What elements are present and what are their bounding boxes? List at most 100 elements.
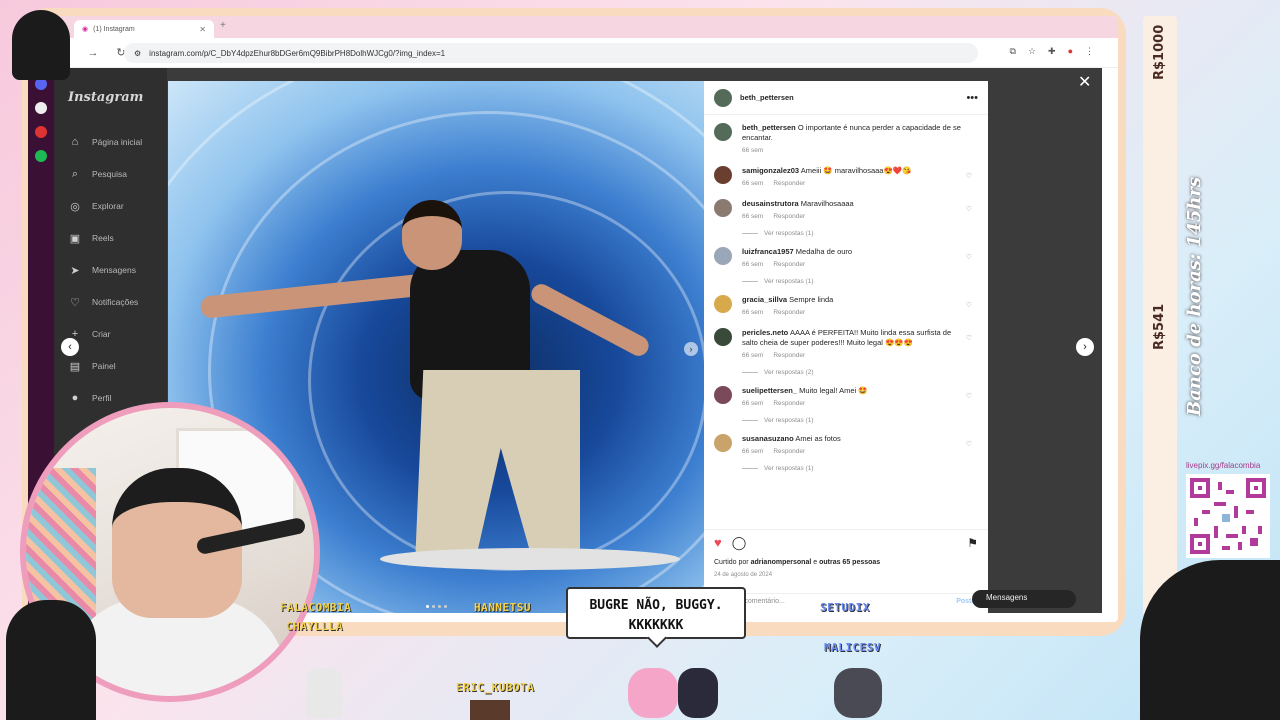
view-replies-button[interactable]: Ver respostas (1) (742, 465, 978, 472)
author-avatar[interactable] (714, 88, 732, 107)
spotify-app-icon[interactable] (35, 150, 47, 162)
profile-icon[interactable]: ● (1068, 46, 1073, 57)
install-app-icon[interactable]: ⧉ (1010, 46, 1016, 57)
reply-button[interactable]: Responder (773, 351, 805, 361)
comment-item: susanasuzano Amei as fotos 66 sem Responde… (714, 434, 978, 457)
liked-others-link[interactable]: outras 65 pessoas (819, 559, 880, 566)
comment-age: 66 sem (742, 352, 764, 359)
comment-item: luizfranca1957 Medalha de ouro 66 sem Resp… (714, 247, 978, 270)
carousel-dot (426, 605, 429, 608)
liked-by-user[interactable]: adrianompersonal (751, 559, 812, 566)
home-icon: ⌂ (71, 136, 79, 148)
commenter-username[interactable]: gracia_sillva (742, 295, 787, 304)
tab-bar: ◉ (1) Instagram ✕ + (28, 16, 1118, 38)
instagram-logo[interactable]: Instagram (68, 90, 153, 105)
tab-close-icon[interactable]: ✕ (199, 25, 206, 34)
sidebar-item-compass[interactable]: ◎ Explorar (68, 197, 153, 215)
commenter-username[interactable]: suelipettersen_ (742, 386, 797, 395)
address-bar[interactable]: ⚙ instagram.com/p/C_DbY4dpzEhur8bDGer6mQ… (124, 43, 978, 63)
comment-item: gracia_sillva Sempre linda 66 sem Responde… (714, 295, 978, 318)
sidebar-item-label: Página inicial (92, 137, 143, 147)
caption: beth_pettersen O importante é nunca perd… (714, 123, 978, 156)
stream-username: ERIC_KUBOTA (456, 681, 535, 694)
comment-text: Medalha de ouro (795, 247, 853, 256)
reply-button[interactable]: Responder (773, 399, 805, 409)
next-post-button[interactable]: › (1076, 338, 1094, 356)
commenter-username[interactable]: samigonzalez03 (742, 166, 799, 175)
commenter-username[interactable]: pericles.neto (742, 328, 788, 337)
next-image-button[interactable]: › (684, 342, 698, 356)
sidebar-item-heart[interactable]: ♡ Notificações (68, 293, 153, 311)
tool-app-icon[interactable] (35, 126, 47, 138)
pixel-avatar (834, 668, 882, 718)
comment-like-icon[interactable]: ♡ (966, 440, 972, 448)
sidebar-item-messages[interactable]: ➤ Mensagens (68, 261, 153, 279)
sidebar-item-label: Mensagens (92, 265, 136, 275)
more-options-icon[interactable]: ••• (966, 92, 978, 104)
new-tab-icon[interactable]: + (220, 20, 226, 31)
comment-like-icon[interactable]: ♡ (966, 301, 972, 309)
extensions-icon[interactable]: ✚ (1048, 46, 1056, 57)
liked-by-suffix: e (813, 559, 818, 566)
carousel-indicator (426, 605, 447, 608)
commenter-avatar[interactable] (714, 295, 732, 313)
obs-app-icon[interactable] (35, 102, 47, 114)
qr-code (1186, 474, 1270, 558)
commenter-username[interactable]: luizfranca1957 (742, 247, 794, 256)
sidebar-item-home[interactable]: ⌂ Página inicial (68, 133, 153, 151)
sidebar-item-reels[interactable]: ▣ Reels (68, 229, 153, 247)
messages-pill[interactable]: Mensagens (972, 590, 1076, 608)
comment-text: Amei as fotos (795, 434, 841, 443)
commenter-avatar[interactable] (714, 434, 732, 452)
caption-avatar[interactable] (714, 123, 732, 141)
carousel-dot (444, 605, 447, 608)
comment-like-icon[interactable]: ♡ (966, 334, 972, 342)
carousel-dot (438, 605, 441, 608)
reply-button[interactable]: Responder (773, 308, 805, 318)
view-replies-button[interactable]: Ver respostas (2) (742, 369, 978, 376)
comment-like-icon[interactable]: ♡ (966, 253, 972, 261)
likes-summary: Curtido por adrianompersonal e outras 65… (714, 559, 880, 566)
reply-button[interactable]: Responder (773, 179, 805, 189)
view-replies-button[interactable]: Ver respostas (1) (742, 230, 978, 237)
cat-silhouette-icon (6, 600, 96, 720)
commenter-avatar[interactable] (714, 199, 732, 217)
comment-like-icon[interactable]: ♡ (966, 392, 972, 400)
site-info-icon[interactable]: ⚙ (134, 49, 141, 58)
author-username[interactable]: beth_pettersen (740, 93, 794, 102)
commenter-avatar[interactable] (714, 328, 732, 346)
sidebar-item-search[interactable]: ⌕ Pesquisa (68, 165, 153, 183)
commenter-username[interactable]: susanasuzano (742, 434, 794, 443)
reply-button[interactable]: Responder (773, 447, 805, 457)
profile-icon: ● (71, 392, 79, 404)
view-replies-button[interactable]: Ver respostas (1) (742, 417, 978, 424)
menu-icon[interactable]: ⋮ (1085, 46, 1094, 57)
save-bookmark-icon[interactable]: ⚑ (967, 536, 978, 550)
sidebar-item-plus[interactable]: + Criar (68, 325, 153, 343)
commenter-avatar[interactable] (714, 247, 732, 265)
messages-icon: ➤ (70, 264, 80, 277)
commenter-username[interactable]: deusainstrutora (742, 199, 799, 208)
close-modal-icon[interactable]: ✕ (1078, 72, 1091, 92)
comment-like-icon[interactable]: ♡ (966, 205, 972, 213)
sidebar-item-dashboard[interactable]: ▤ Painel (68, 357, 153, 375)
commenter-avatar[interactable] (714, 386, 732, 404)
goal-bottom-label: R$541 (1152, 303, 1167, 350)
tab-instagram[interactable]: ◉ (1) Instagram ✕ (74, 20, 214, 38)
sidebar-item-label: Notificações (92, 297, 139, 307)
view-replies-button[interactable]: Ver respostas (1) (742, 278, 978, 285)
caption-username[interactable]: beth_pettersen (742, 123, 796, 132)
liked-by-prefix: Curtido por (714, 559, 749, 566)
reply-button[interactable]: Responder (773, 260, 805, 270)
bookmark-star-icon[interactable]: ☆ (1028, 46, 1036, 57)
comment-like-icon[interactable]: ♡ (966, 172, 972, 180)
comment-icon[interactable]: ◯ (732, 535, 747, 551)
commenter-avatar[interactable] (714, 166, 732, 184)
qr-label: livepix.gg/falacombia (1186, 461, 1261, 470)
previous-post-button[interactable]: ‹ (61, 338, 79, 356)
pixel-avatar (628, 668, 678, 718)
reply-button[interactable]: Responder (773, 212, 805, 222)
like-heart-icon[interactable]: ♥ (714, 535, 722, 550)
stream-username: SETUDIX (820, 601, 870, 614)
forward-icon[interactable]: → (86, 47, 100, 59)
